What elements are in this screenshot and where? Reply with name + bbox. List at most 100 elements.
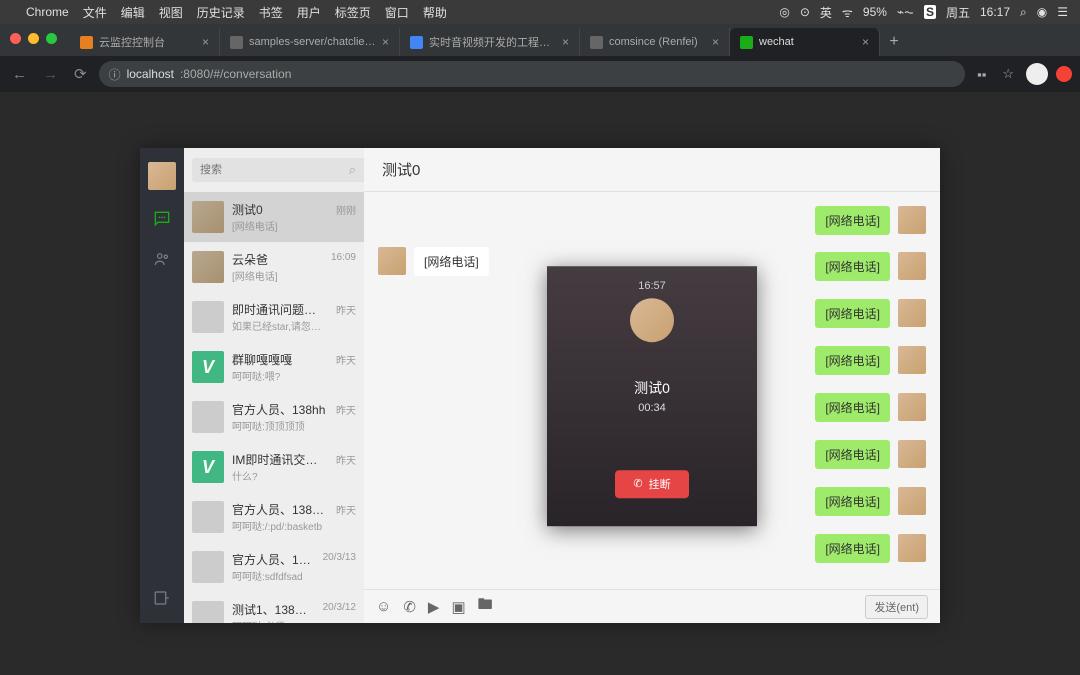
ime-indicator[interactable]: 英: [820, 4, 832, 21]
bookmark-star-icon[interactable]: ☆: [998, 62, 1018, 86]
chat-input-toolbar: ☺ ✆ ▶ ▣ 🖿 发送(ent): [364, 589, 940, 623]
message-avatar: [898, 299, 926, 327]
chrome-window: 云监控控制台×samples-server/chatclient.js a×实时…: [0, 24, 1080, 675]
message-sent: [网络电话]: [815, 534, 926, 563]
conversation-item[interactable]: 官方人员、138hh呵呵哒:顶顶顶顶昨天: [184, 392, 364, 442]
message-bubble[interactable]: [网络电话]: [414, 247, 489, 276]
window-minimize-button[interactable]: [28, 33, 39, 44]
message-bubble[interactable]: [网络电话]: [815, 299, 890, 328]
status-s-icon[interactable]: S: [924, 5, 936, 19]
menu-view[interactable]: 视图: [159, 4, 183, 21]
call-duration: 00:34: [638, 402, 666, 414]
send-button[interactable]: 发送(ent): [865, 595, 928, 619]
traffic-lights: [10, 33, 57, 44]
conversation-avatar: V: [192, 451, 224, 483]
voice-call-icon[interactable]: ✆: [403, 598, 416, 616]
message-bubble[interactable]: [网络电话]: [815, 534, 890, 563]
voice-call-overlay: 16:57 测试0 00:34 ✆ 挂断: [547, 266, 757, 526]
reload-button[interactable]: ⟳: [70, 61, 91, 87]
tab-close-icon[interactable]: ×: [712, 35, 719, 49]
menu-bookmarks[interactable]: 书签: [259, 4, 283, 21]
camera-icon[interactable]: ▪▪: [973, 63, 990, 86]
control-center-icon[interactable]: ☰: [1057, 5, 1068, 19]
spotlight-icon[interactable]: ⌕: [1020, 5, 1027, 20]
back-button[interactable]: ←: [8, 62, 31, 87]
message-bubble[interactable]: [网络电话]: [815, 206, 890, 235]
conversation-avatar: [192, 251, 224, 283]
browser-tab[interactable]: 云监控控制台×: [70, 28, 220, 56]
chat-panel: 测试0 [网络电话] [网络电话] 16:57 测试0 00:34 ✆ 挂断 […: [364, 148, 940, 623]
site-info-icon[interactable]: ⓘ: [109, 66, 121, 83]
conversation-item[interactable]: 测试1、138测试1...呵呵哒:必须20/3/12: [184, 592, 364, 623]
forward-button[interactable]: →: [39, 62, 62, 87]
conversation-item[interactable]: 测试0[网络电话]刚刚: [184, 192, 364, 242]
menu-icon[interactable]: [151, 587, 173, 609]
message-sent: [网络电话]: [815, 440, 926, 469]
chat-messages[interactable]: [网络电话] [网络电话] 16:57 测试0 00:34 ✆ 挂断 [网络电话…: [364, 192, 940, 589]
macos-menubar: Chrome 文件 编辑 视图 历史记录 书签 用户 标签页 窗口 帮助 ◎ ⊙…: [0, 0, 1080, 24]
message-sent: [网络电话]: [815, 299, 926, 328]
tab-close-icon[interactable]: ×: [382, 35, 389, 49]
chat-icon[interactable]: [151, 208, 173, 230]
status-icon[interactable]: ◎: [779, 5, 789, 19]
tab-close-icon[interactable]: ×: [202, 35, 209, 49]
browser-tab[interactable]: samples-server/chatclient.js a×: [220, 28, 400, 56]
browser-tab[interactable]: wechat×: [730, 28, 880, 56]
profile-avatar[interactable]: [1026, 63, 1048, 85]
search-icon[interactable]: ⌕: [349, 162, 356, 178]
conversation-item[interactable]: 云朵爸[网络电话]16:09: [184, 242, 364, 292]
message-avatar: [378, 247, 406, 275]
mic-icon[interactable]: ⊙: [800, 5, 810, 19]
conversation-name: 官方人员、138测...: [232, 551, 315, 568]
clock-time[interactable]: 16:17: [980, 5, 1010, 19]
conversation-time: 昨天: [336, 492, 356, 517]
url-host: localhost: [127, 67, 174, 81]
menu-tabs[interactable]: 标签页: [335, 4, 371, 21]
window-close-button[interactable]: [10, 33, 21, 44]
app-name[interactable]: Chrome: [26, 5, 69, 19]
file-icon[interactable]: 🖿: [478, 594, 493, 619]
image-icon[interactable]: ▣: [451, 598, 465, 616]
siri-icon[interactable]: ◉: [1037, 5, 1047, 19]
conversation-item[interactable]: VIM即时通讯交流组什么?昨天: [184, 442, 364, 492]
wifi-icon[interactable]: ᯤ: [842, 4, 853, 21]
extension-icon[interactable]: [1056, 66, 1072, 82]
menu-help[interactable]: 帮助: [423, 4, 447, 21]
new-tab-button[interactable]: +: [880, 28, 908, 56]
conversation-item[interactable]: 官方人员、138测...呵呵哒:sdfdfsad20/3/13: [184, 542, 364, 592]
message-bubble[interactable]: [网络电话]: [815, 487, 890, 516]
conversation-item[interactable]: 官方人员、138测试...呵呵哒:/:pd/:basketb昨天: [184, 492, 364, 542]
message-bubble[interactable]: [网络电话]: [815, 393, 890, 422]
window-zoom-button[interactable]: [46, 33, 57, 44]
browser-tab[interactable]: comsince (Renfei)×: [580, 28, 730, 56]
conversation-list-panel: ⌕ 测试0[网络电话]刚刚云朵爸[网络电话]16:09即时通讯问题官方反...如…: [184, 148, 364, 623]
message-bubble[interactable]: [网络电话]: [815, 252, 890, 281]
menu-file[interactable]: 文件: [83, 4, 107, 21]
emoji-icon[interactable]: ☺: [376, 598, 391, 615]
me-avatar[interactable]: [148, 162, 176, 190]
message-bubble[interactable]: [网络电话]: [815, 440, 890, 469]
search-input[interactable]: [192, 158, 371, 182]
conversation-name: 官方人员、138hh: [232, 401, 328, 418]
hangup-button[interactable]: ✆ 挂断: [615, 470, 688, 498]
tab-close-icon[interactable]: ×: [562, 35, 569, 49]
conversation-name: 即时通讯问题官方反...: [232, 301, 328, 318]
conversation-avatar: [192, 501, 224, 533]
video-call-icon[interactable]: ▶: [428, 598, 440, 616]
conversation-item[interactable]: V群聊嘎嘎嘎呵呵哒:喂?昨天: [184, 342, 364, 392]
message-bubble[interactable]: [网络电话]: [815, 346, 890, 375]
browser-tab[interactable]: 实时音视频开发的工程化实践[...×: [400, 28, 580, 56]
tab-favicon-icon: [590, 36, 603, 49]
clock-day[interactable]: 周五: [946, 4, 970, 21]
contacts-icon[interactable]: [151, 248, 173, 270]
conversation-item[interactable]: 即时通讯问题官方反...如果已经star,请忽略此消息昨天: [184, 292, 364, 342]
conversation-list[interactable]: 测试0[网络电话]刚刚云朵爸[网络电话]16:09即时通讯问题官方反...如果已…: [184, 192, 364, 623]
menu-window[interactable]: 窗口: [385, 4, 409, 21]
url-input[interactable]: ⓘ localhost:8080/#/conversation: [99, 61, 966, 87]
menu-history[interactable]: 历史记录: [197, 4, 245, 21]
menu-user[interactable]: 用户: [297, 4, 321, 21]
battery-icon[interactable]: ⌁⏦: [897, 5, 914, 20]
conversation-time: 20/3/12: [323, 592, 356, 613]
menu-edit[interactable]: 编辑: [121, 4, 145, 21]
tab-close-icon[interactable]: ×: [862, 35, 869, 49]
